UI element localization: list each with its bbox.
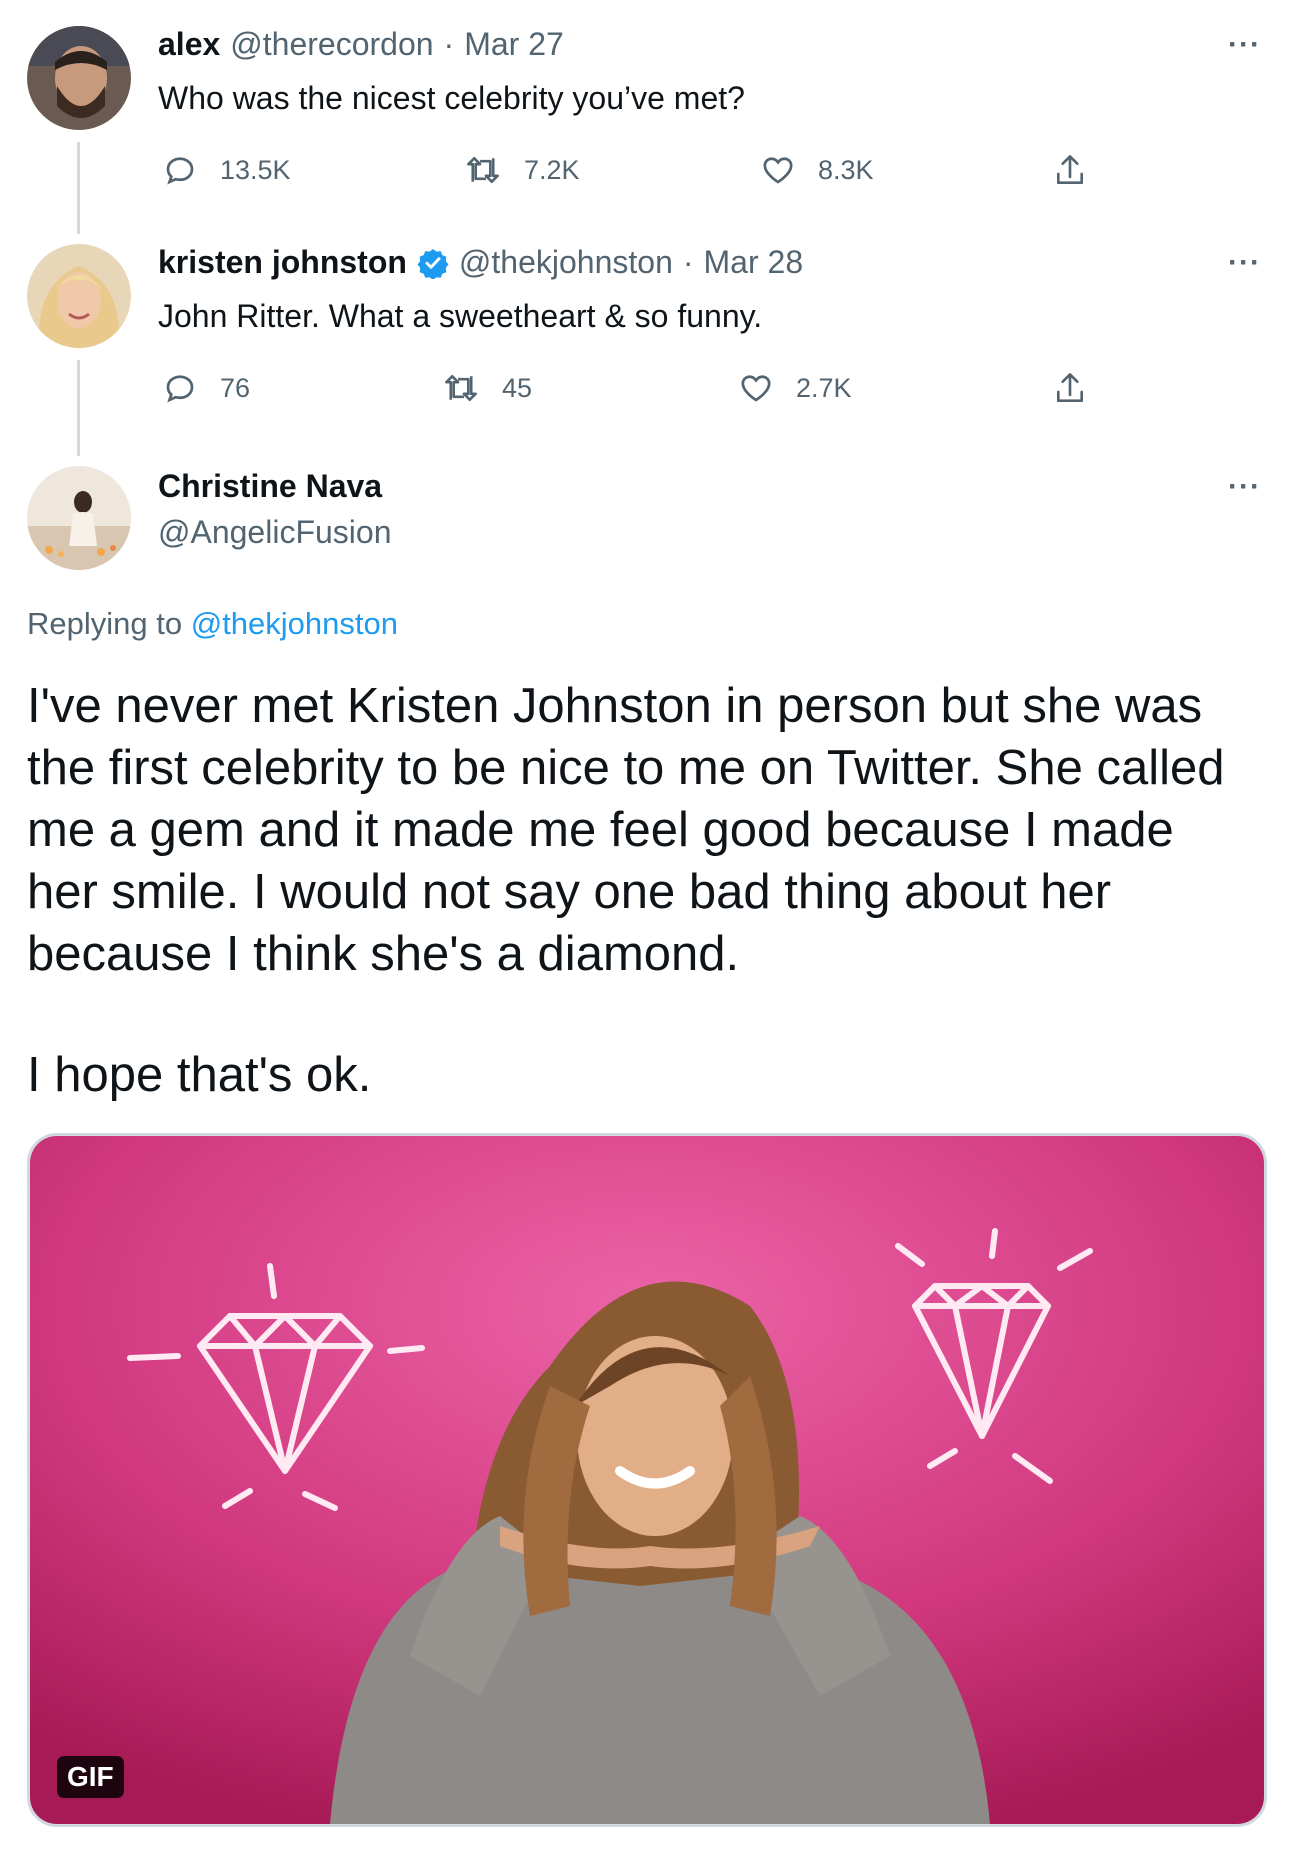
like-button[interactable]: 2.7K (738, 370, 852, 406)
gif-badge: GIF (57, 1756, 124, 1798)
replying-to-handle[interactable]: @thekjohnston (191, 606, 398, 641)
tweet-header: alex @therecordon · Mar 27 (158, 26, 564, 63)
reply-count: 13.5K (220, 154, 291, 185)
verified-badge-icon (417, 248, 449, 279)
tweet-date[interactable]: Mar 28 (704, 244, 804, 281)
avatar-christine-nava[interactable] (27, 466, 131, 570)
replying-to: Replying to @thekjohnston (27, 606, 398, 642)
main-tweet-text: I've never met Kristen Johnston in perso… (27, 679, 1225, 981)
tweet-text: John Ritter. What a sweetheart & so funn… (158, 298, 763, 334)
author-name[interactable]: Christine Nava (158, 468, 382, 505)
retweet-count: 7.2K (524, 154, 580, 185)
replying-to-label: Replying to (27, 606, 183, 641)
author-name[interactable]: kristen johnston (158, 244, 407, 281)
more-options-icon[interactable]: ··· (1228, 470, 1261, 504)
separator-dot: · (443, 26, 455, 62)
reply-icon (166, 157, 194, 185)
tweet-date[interactable]: Mar 27 (464, 26, 564, 63)
gif-image (30, 1136, 1264, 1824)
reply-button[interactable]: 13.5K (162, 152, 291, 188)
author-handle[interactable]: @thekjohnston (459, 244, 673, 281)
avatar-alex[interactable] (27, 26, 131, 130)
reply-button[interactable]: 76 (162, 370, 250, 406)
author-name[interactable]: alex (158, 26, 220, 63)
heart-icon (763, 157, 793, 184)
retweet-count: 45 (502, 372, 533, 403)
retweet-icon (445, 374, 477, 402)
more-options-icon[interactable]: ··· (1228, 246, 1261, 280)
tweet-header: kristen johnston @thekjohnston · Mar 28 (158, 244, 803, 281)
share-button[interactable] (1052, 152, 1088, 190)
retweet-icon (467, 156, 499, 184)
share-icon (1056, 373, 1084, 403)
retweet-button[interactable]: 45 (442, 370, 532, 406)
more-options-icon[interactable]: ··· (1228, 28, 1261, 62)
author-handle[interactable]: @AngelicFusion (158, 514, 391, 551)
like-count: 2.7K (796, 372, 852, 403)
share-icon (1056, 155, 1084, 185)
thread-connector (77, 360, 80, 456)
like-button[interactable]: 8.3K (760, 152, 874, 188)
avatar-kristen-johnston[interactable] (27, 244, 131, 348)
separator-dot: · (682, 244, 694, 280)
heart-icon (741, 375, 771, 402)
tweet-text: Who was the nicest celebrity you’ve met? (158, 80, 745, 116)
main-tweet-text-2: I hope that's ok. (27, 1048, 372, 1102)
share-button[interactable] (1052, 370, 1088, 408)
retweet-button[interactable]: 7.2K (464, 152, 580, 188)
like-count: 8.3K (818, 154, 874, 185)
author-handle[interactable]: @therecordon (230, 26, 433, 63)
thread-connector (77, 142, 80, 234)
gif-media[interactable]: GIF (27, 1133, 1267, 1827)
reply-icon (166, 375, 194, 403)
reply-count: 76 (220, 372, 251, 403)
